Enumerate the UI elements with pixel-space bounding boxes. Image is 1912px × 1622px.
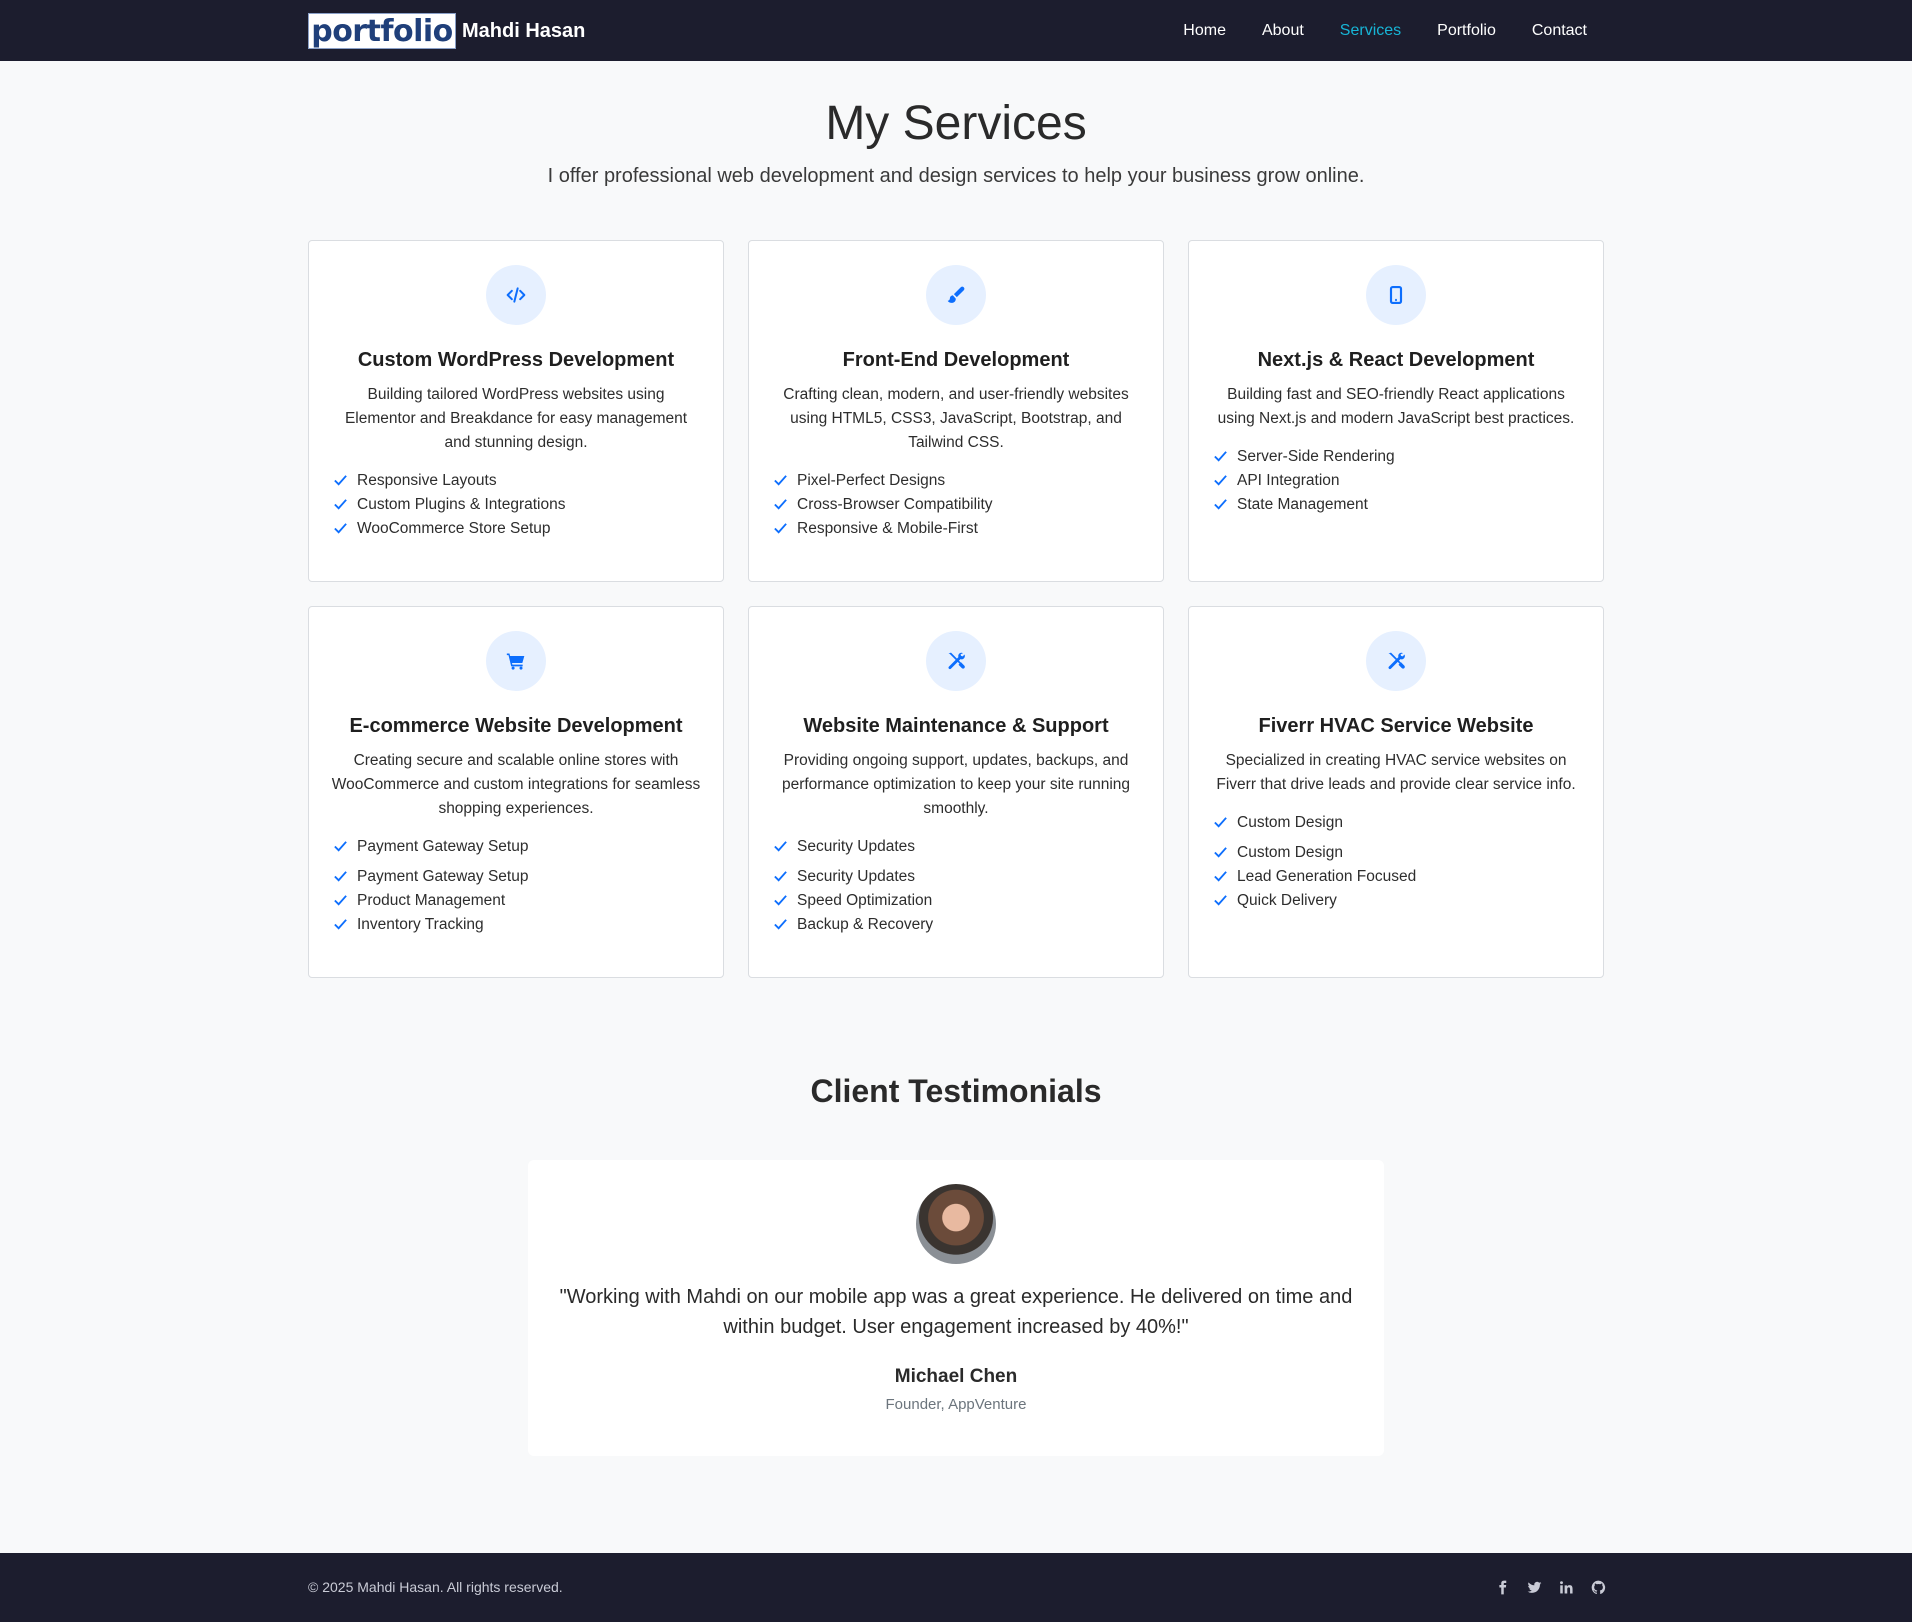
brand[interactable]: portfolio Mahdi Hasan (308, 13, 585, 49)
services-grid-row-1: Custom WordPress Development Building ta… (308, 240, 1604, 582)
twitter-icon[interactable] (1525, 1578, 1543, 1596)
check-icon (1214, 499, 1227, 510)
nav-link-contact[interactable]: Contact (1532, 22, 1587, 40)
service-card: E-commerce Website Development Creating … (308, 606, 724, 978)
feature-item: Custom Plugins & Integrations (331, 493, 701, 517)
service-description: Building fast and SEO-friendly React app… (1217, 386, 1575, 427)
service-card: Fiverr HVAC Service Website Specialized … (1188, 606, 1604, 978)
feature-item: State Management (1211, 493, 1581, 517)
check-icon (334, 523, 347, 534)
service-title: Front-End Development (842, 349, 1070, 371)
github-icon[interactable] (1589, 1578, 1607, 1596)
feature-list: Pixel-Perfect Designs Cross-Browser Comp… (771, 469, 1141, 541)
feature-item: Product Management (331, 889, 701, 913)
feature-item: Payment Gateway Setup (331, 835, 701, 865)
feature-item: Pixel-Perfect Designs (771, 469, 1141, 493)
check-icon (774, 895, 787, 906)
check-icon (334, 475, 347, 486)
feature-item: Security Updates (771, 835, 1141, 865)
code-icon (486, 265, 546, 325)
cart-icon (486, 631, 546, 691)
footer: © 2025 Mahdi Hasan. All rights reserved. (0, 1553, 1912, 1622)
check-icon (1214, 451, 1227, 462)
feature-item: Lead Generation Focused (1211, 865, 1581, 889)
feature-item: Cross-Browser Compatibility (771, 493, 1141, 517)
service-description: Building tailored WordPress websites usi… (344, 386, 688, 451)
tools-icon (1366, 631, 1426, 691)
check-icon (774, 871, 787, 882)
client-role: Founder, AppVenture (885, 1396, 1027, 1413)
feature-item: Speed Optimization (771, 889, 1141, 913)
check-icon (774, 919, 787, 930)
brand-name: Mahdi Hasan (462, 19, 586, 42)
check-icon (334, 499, 347, 510)
service-card: Website Maintenance & Support Providing … (748, 606, 1164, 978)
service-card: Next.js & React Development Building fas… (1188, 240, 1604, 582)
feature-item: Custom Design (1211, 811, 1581, 841)
feature-list: Server-Side Rendering API Integration St… (1211, 445, 1581, 517)
service-title: Fiverr HVAC Service Website (1258, 715, 1534, 737)
check-icon (334, 895, 347, 906)
testimonials-title: Client Testimonials (810, 1073, 1102, 1109)
feature-item: Payment Gateway Setup (331, 865, 701, 889)
feature-item: Inventory Tracking (331, 913, 701, 937)
check-icon (1214, 895, 1227, 906)
nav-link-services[interactable]: Services (1340, 22, 1401, 40)
nav-menu: Home About Services Portfolio Contact (1147, 0, 1587, 61)
feature-list: Responsive Layouts Custom Plugins & Inte… (331, 469, 701, 541)
service-description: Creating secure and scalable online stor… (331, 752, 701, 817)
copyright: © 2025 Mahdi Hasan. All rights reserved. (308, 1579, 563, 1595)
feature-item: Backup & Recovery (771, 913, 1141, 937)
avatar (916, 1184, 996, 1264)
feature-item: API Integration (1211, 469, 1581, 493)
service-title: Next.js & React Development (1257, 349, 1535, 371)
service-description: Specialized in creating HVAC service web… (1216, 752, 1576, 793)
testimonial-card: "Working with Mahdi on our mobile app wa… (528, 1160, 1384, 1456)
feature-item: WooCommerce Store Setup (331, 517, 701, 541)
check-icon (774, 841, 787, 852)
check-icon (774, 499, 787, 510)
feature-list: Custom Design Custom Design Lead Generat… (1211, 811, 1581, 913)
service-description: Providing ongoing support, updates, back… (781, 752, 1131, 817)
portfolio-logo: portfolio (308, 13, 456, 49)
page-subtitle: I offer professional web development and… (547, 165, 1365, 187)
nav-link-portfolio[interactable]: Portfolio (1437, 22, 1496, 40)
client-name: Michael Chen (894, 1366, 1018, 1387)
facebook-icon[interactable] (1493, 1578, 1511, 1596)
testimonial-quote: "Working with Mahdi on our mobile app wa… (559, 1286, 1353, 1338)
services-grid-row-2: E-commerce Website Development Creating … (308, 606, 1604, 978)
service-description: Crafting clean, modern, and user-friendl… (783, 386, 1129, 451)
paint-brush-icon (926, 265, 986, 325)
nav-link-home[interactable]: Home (1183, 22, 1226, 40)
linkedin-icon[interactable] (1557, 1578, 1575, 1596)
check-icon (774, 523, 787, 534)
service-title: E-commerce Website Development (349, 715, 683, 737)
nav-link-about[interactable]: About (1262, 22, 1304, 40)
check-icon (774, 475, 787, 486)
mobile-icon (1366, 265, 1426, 325)
service-title: Website Maintenance & Support (803, 715, 1109, 737)
feature-item: Custom Design (1211, 841, 1581, 865)
navbar: portfolio Mahdi Hasan Home About Service… (0, 0, 1912, 61)
page-title: My Services (825, 97, 1087, 150)
check-icon (334, 871, 347, 882)
check-icon (334, 841, 347, 852)
check-icon (1214, 847, 1227, 858)
service-card: Custom WordPress Development Building ta… (308, 240, 724, 582)
check-icon (334, 919, 347, 930)
service-card: Front-End Development Crafting clean, mo… (748, 240, 1164, 582)
check-icon (1214, 475, 1227, 486)
feature-list: Payment Gateway Setup Payment Gateway Se… (331, 835, 701, 937)
tools-icon (926, 631, 986, 691)
feature-list: Security Updates Security Updates Speed … (771, 835, 1141, 937)
social-links (1479, 1578, 1607, 1596)
feature-item: Responsive & Mobile-First (771, 517, 1141, 541)
feature-item: Server-Side Rendering (1211, 445, 1581, 469)
check-icon (1214, 817, 1227, 828)
feature-item: Quick Delivery (1211, 889, 1581, 913)
check-icon (1214, 871, 1227, 882)
service-title: Custom WordPress Development (357, 349, 675, 371)
feature-item: Responsive Layouts (331, 469, 701, 493)
feature-item: Security Updates (771, 865, 1141, 889)
